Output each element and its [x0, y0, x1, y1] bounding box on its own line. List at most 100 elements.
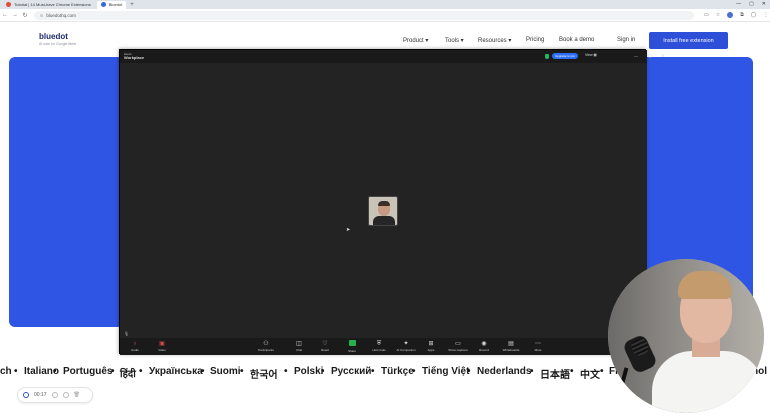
- share-label: Share: [347, 349, 356, 353]
- security-shield-icon[interactable]: [545, 54, 549, 59]
- zoom-logo: zoom Workplace: [124, 52, 144, 60]
- ticker-dot: •: [139, 366, 143, 377]
- zoom-close-button[interactable]: ✕: [661, 53, 664, 58]
- browser-tab-1[interactable]: Tutorial | 14 Must-have Chrome Extension…: [2, 1, 95, 9]
- browser-tab-2[interactable]: Bluedot: [96, 0, 127, 9]
- close-button[interactable]: ✕: [762, 1, 766, 7]
- record-icon: ◉: [481, 341, 487, 347]
- minimize-button[interactable]: —: [736, 1, 741, 7]
- video-off-icon: ▣: [159, 341, 165, 347]
- react-label: React: [321, 348, 329, 352]
- screen: Tutorial | 14 Must-have Chrome Extension…: [0, 0, 770, 417]
- webcam-bubble: [608, 259, 764, 413]
- install-extension-button[interactable]: Install free extension: [649, 32, 728, 49]
- site-info-icon[interactable]: ⊙: [40, 13, 43, 18]
- share-button[interactable]: Share: [341, 340, 363, 353]
- browser-tab-bar: Tutorial | 14 Must-have Chrome Extension…: [0, 0, 770, 9]
- ticker-dot: •: [467, 366, 471, 377]
- ticker-item: 中文: [580, 370, 600, 380]
- participants-label: Participants: [258, 348, 274, 352]
- profile-icon[interactable]: ◯: [751, 12, 757, 18]
- video-button[interactable]: ▣ Video: [151, 340, 173, 352]
- more-icon: ⋯: [535, 341, 541, 347]
- maximize-button[interactable]: ▢: [749, 1, 754, 7]
- ticker-item: Русский: [331, 366, 372, 377]
- ticker-dot: •: [570, 366, 574, 377]
- ticker-dot: •: [240, 366, 244, 377]
- nav-tools[interactable]: Tools ▾: [445, 37, 464, 44]
- back-icon[interactable]: ←: [0, 12, 10, 18]
- tab-label: Bluedot: [108, 2, 123, 7]
- recording-widget: 00:17 🗑︎: [17, 387, 93, 403]
- cast-icon[interactable]: ▭: [704, 12, 709, 18]
- pause-icon[interactable]: [51, 392, 58, 398]
- react-button[interactable]: ♡ React: [314, 340, 336, 352]
- zoom-control-bar: ♁ Audio ▣ Video ⚇ Participants ◫ Chat ♡ …: [120, 338, 647, 355]
- forward-icon[interactable]: →: [10, 12, 20, 18]
- bookmark-star-icon[interactable]: ☆: [716, 12, 720, 18]
- chat-icon: ◫: [296, 341, 302, 347]
- ticker-dot: •: [412, 366, 416, 377]
- ticker-dot: •: [321, 366, 325, 377]
- browser-toolbar: ← → ↻ ⊙ bluedothq.com ▭ ☆ ⧉ ◯ ⋮: [0, 9, 770, 22]
- zoom-logo-bottom: Workplace: [124, 55, 145, 60]
- menu-icon[interactable]: ⋮: [763, 12, 768, 18]
- new-tab-button[interactable]: +: [130, 2, 134, 8]
- view-label: View: [585, 53, 593, 57]
- upgrade-button[interactable]: Upgrade to pro: [552, 53, 579, 59]
- more-button[interactable]: ⋯ More: [527, 340, 549, 352]
- mic-muted-icon: ♁: [132, 341, 138, 347]
- ticker-item: Português: [63, 366, 113, 377]
- zoom-maximize-button[interactable]: ▢: [648, 53, 652, 58]
- ticker-item: Türkçe: [381, 366, 414, 377]
- trash-icon[interactable]: 🗑︎: [74, 392, 80, 398]
- extensions-puzzle-icon[interactable]: ⧉: [740, 12, 744, 18]
- whiteboard-icon: ▤: [508, 341, 514, 347]
- whiteboards-button[interactable]: ▤ Whiteboards: [499, 340, 523, 352]
- ticker-item: हिंदी: [120, 369, 136, 380]
- restart-icon[interactable]: [62, 392, 69, 398]
- ticker-dot: •: [371, 366, 375, 377]
- participant-video-tile[interactable]: [368, 196, 398, 226]
- nav-resources[interactable]: Resources ▾: [478, 37, 511, 44]
- audio-label: Audio: [131, 348, 139, 352]
- nav-book-demo[interactable]: Book a demo: [559, 37, 594, 43]
- recording-time: 00:17: [34, 392, 47, 398]
- presenter-shirt: [652, 351, 764, 413]
- address-bar[interactable]: ⊙ bluedothq.com: [34, 10, 694, 20]
- meeting-stage: ➤: [120, 63, 647, 338]
- share-icon: [341, 340, 363, 349]
- participants-icon: ⚇: [263, 341, 269, 347]
- record-button[interactable]: ◉ Record: [473, 340, 495, 352]
- audio-button[interactable]: ♁ Audio: [124, 340, 146, 352]
- ticker-dot: •: [14, 366, 18, 377]
- nav-sign-in[interactable]: Sign in: [617, 37, 635, 43]
- captions-label: Show captions: [448, 348, 468, 352]
- apps-button[interactable]: ⊞ Apps: [420, 340, 442, 352]
- record-label: Record: [479, 348, 489, 352]
- site-logo-tagline: AI note for Google Meet: [39, 42, 77, 46]
- window-controls: — ▢ ✕: [736, 1, 766, 7]
- whiteboards-label: Whiteboards: [502, 348, 520, 352]
- show-captions-button[interactable]: ▭ Show captions: [445, 340, 471, 352]
- react-icon: ♡: [322, 341, 328, 347]
- tab-label: Tutorial | 14 Must-have Chrome Extension…: [14, 2, 91, 7]
- zoom-minimize-button[interactable]: —: [634, 53, 638, 58]
- captions-icon: ▭: [455, 341, 461, 347]
- nav-pricing[interactable]: Pricing: [526, 37, 544, 43]
- chat-button[interactable]: ◫ Chat: [288, 340, 310, 352]
- ai-companion-button[interactable]: ✦ AI Companion: [393, 340, 419, 352]
- video-label: Video: [158, 348, 166, 352]
- participant-hair: [378, 201, 390, 206]
- view-button[interactable]: View ▦: [585, 53, 597, 57]
- reload-icon[interactable]: ↻: [20, 12, 30, 19]
- participants-button[interactable]: ⚇ Participants: [255, 340, 277, 352]
- site-logo[interactable]: bluedot: [39, 32, 68, 41]
- recording-indicator-icon[interactable]: [23, 392, 29, 398]
- more-label: More: [534, 348, 542, 352]
- ticker-item: Polski: [294, 366, 324, 377]
- extension-icon[interactable]: [727, 12, 734, 18]
- host-tools-button[interactable]: ⛨ Host tools: [368, 340, 390, 352]
- nav-product[interactable]: Product ▾: [403, 37, 428, 44]
- ticker-item: Українська: [149, 366, 203, 377]
